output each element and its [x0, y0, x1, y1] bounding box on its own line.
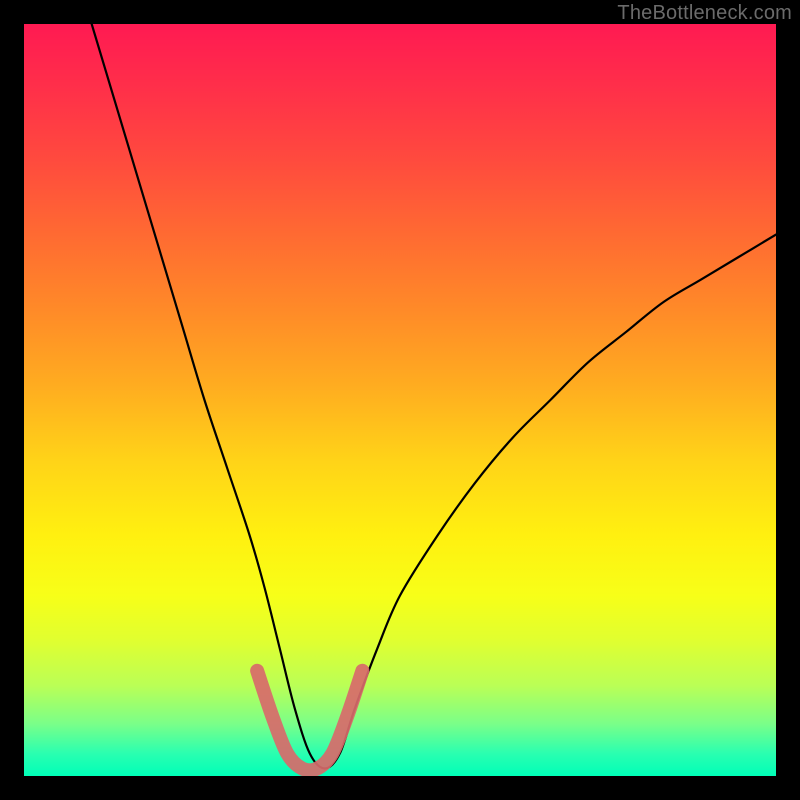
bottleneck-curve-line — [92, 24, 776, 768]
chart-svg — [24, 24, 776, 776]
chart-plot-area — [24, 24, 776, 776]
watermark-label: TheBottleneck.com — [617, 2, 792, 25]
chart-frame: TheBottleneck.com — [0, 0, 800, 800]
